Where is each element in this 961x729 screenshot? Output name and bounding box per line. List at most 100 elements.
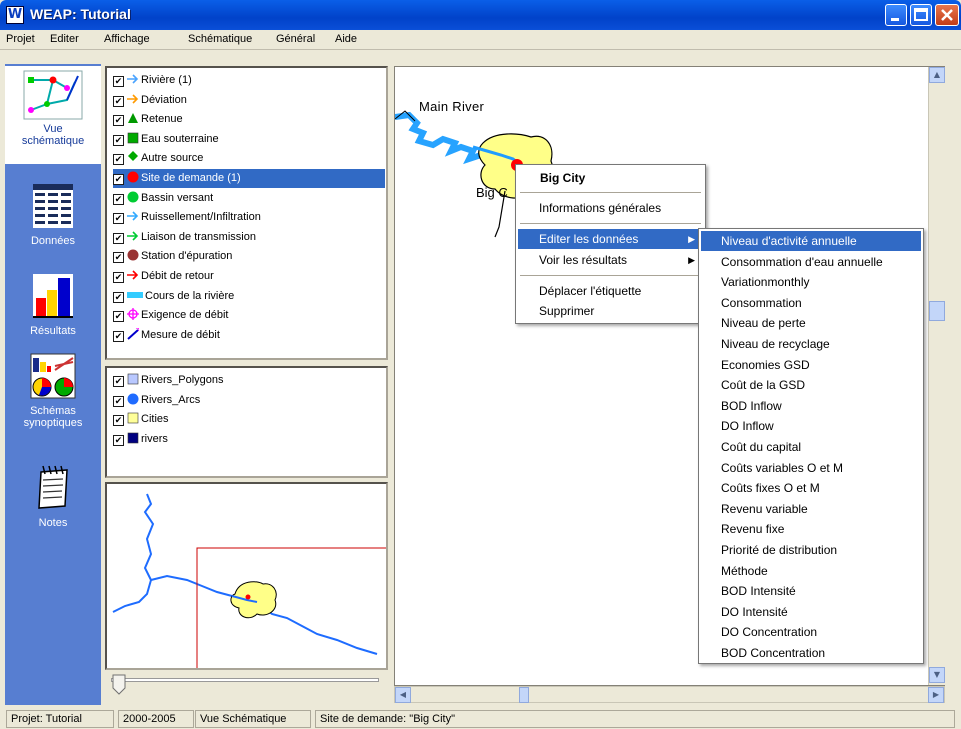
menu-view-results[interactable]: Voir les résultats ▶: [518, 250, 703, 270]
layer-label: Exigence de débit: [141, 309, 229, 322]
vertical-scroll-thumb[interactable]: [929, 301, 945, 321]
submenu-item[interactable]: Coûts variables O et M: [701, 458, 921, 478]
gis_layers-row[interactable]: ✔ Rivers_Arcs: [113, 391, 385, 410]
menu-aide[interactable]: Aide: [335, 33, 357, 45]
layer-checkbox[interactable]: ✔: [113, 76, 124, 87]
submenu-item[interactable]: Variationmonthly: [701, 272, 921, 292]
menu-general-info[interactable]: Informations générales: [518, 198, 703, 218]
minimize-button[interactable]: [885, 4, 907, 26]
nav-results[interactable]: Résultats: [5, 272, 101, 342]
submenu-item[interactable]: Revenu variable: [701, 499, 921, 519]
close-icon: [941, 9, 953, 21]
menu-edit-data[interactable]: Editer les données ▶: [518, 229, 703, 249]
horizontal-scroll-thumb[interactable]: [519, 687, 529, 703]
submenu-item[interactable]: DO Concentration: [701, 622, 921, 642]
submenu-item[interactable]: Coûts fixes O et M: [701, 478, 921, 498]
layer-checkbox[interactable]: ✔: [113, 193, 124, 205]
submenu-item[interactable]: Coût de la GSD: [701, 375, 921, 395]
submenu-item[interactable]: BOD Concentration: [701, 643, 921, 663]
close-button[interactable]: [935, 4, 959, 26]
rivers-swatch-icon: [127, 432, 139, 444]
menu-projet[interactable]: Projet: [6, 33, 35, 45]
arc-circle-icon: [127, 393, 139, 405]
nav-schematic-view[interactable]: Vue schématique: [5, 66, 101, 164]
nav-data[interactable]: Données: [5, 182, 101, 252]
layers-row[interactable]: ✔ Retenue: [113, 110, 385, 129]
layer-checkbox[interactable]: ✔: [113, 311, 124, 323]
nav-notes[interactable]: Notes: [5, 464, 101, 534]
gis-layers-panel[interactable]: ✔ Rivers_Polygons ✔ Rivers_Arcs ✔ Cities ✔ rive…: [105, 366, 388, 478]
menu-editer[interactable]: Editer: [50, 33, 79, 45]
menu-general[interactable]: Général: [276, 33, 315, 45]
layer-checkbox[interactable]: ✔: [113, 330, 124, 342]
reach-bar-icon: [127, 291, 143, 298]
layers-row[interactable]: ✔ Site de demande (1): [113, 169, 385, 188]
menu-affichage[interactable]: Affichage: [104, 33, 150, 45]
layers-row[interactable]: ✔ Débit de retour: [113, 267, 385, 286]
layers-row[interactable]: ✔ Déviation: [113, 91, 385, 110]
scroll-left-button[interactable]: ◀: [395, 687, 411, 703]
layer-checkbox[interactable]: ✔: [113, 272, 124, 283]
layers-row[interactable]: ✔ Station d'épuration: [113, 247, 385, 266]
river-arrow-icon: [127, 74, 139, 84]
horizontal-scrollbar[interactable]: ◀ ▶: [394, 686, 945, 703]
layers-row[interactable]: ✔ Eau souterraine: [113, 130, 385, 149]
slider-track: [111, 678, 379, 682]
submenu-item[interactable]: Méthode: [701, 561, 921, 581]
submenu-item[interactable]: Niveau de recyclage: [701, 334, 921, 354]
submenu-item[interactable]: DO Inflow: [701, 416, 921, 436]
menu-move-label[interactable]: Déplacer l'étiquette: [518, 281, 703, 301]
layers-row[interactable]: ✔ Bassin versant: [113, 189, 385, 208]
layers-row[interactable]: ✔ Rivière (1): [113, 71, 385, 90]
vertical-scrollbar[interactable]: ▲ ▼: [928, 67, 945, 685]
layer-checkbox[interactable]: ✔: [113, 395, 124, 407]
submenu-item[interactable]: BOD Intensité: [701, 581, 921, 601]
menu-delete[interactable]: Supprimer: [518, 301, 703, 321]
gis_layers-row[interactable]: ✔ Rivers_Polygons: [113, 371, 385, 390]
slider-thumb[interactable]: [111, 674, 127, 696]
submenu-item[interactable]: Economies GSD: [701, 355, 921, 375]
layer-checkbox[interactable]: ✔: [113, 213, 124, 225]
submenu-item[interactable]: DO Intensité: [701, 602, 921, 622]
layer-checkbox[interactable]: ✔: [113, 415, 124, 427]
overview-map[interactable]: [105, 482, 398, 689]
submenu-item[interactable]: Consommation d'eau annuelle: [701, 252, 921, 272]
layer-checkbox[interactable]: ✔: [113, 134, 124, 146]
title-bar[interactable]: W WEAP: Tutorial: [0, 0, 961, 30]
layers-row[interactable]: ✔ Mesure de débit: [113, 326, 385, 345]
scroll-down-button[interactable]: ▼: [929, 667, 945, 683]
layer-checkbox[interactable]: ✔: [113, 291, 124, 303]
submenu-item[interactable]: Niveau d'activité annuelle: [701, 231, 921, 251]
schematic-layers-panel[interactable]: ✔ Rivière (1) ✔ Déviation ✔ Retenue ✔ Eau soute…: [105, 66, 388, 360]
layers-row[interactable]: ✔ Cours de la rivière: [113, 287, 385, 306]
maximize-button[interactable]: [910, 4, 932, 26]
weap-app-icon: W: [6, 6, 24, 24]
context-menu-header[interactable]: Big City: [518, 168, 585, 188]
layers-row[interactable]: ✔ Liaison de transmission: [113, 228, 385, 247]
submenu-item[interactable]: Niveau de perte: [701, 313, 921, 333]
layers-row[interactable]: ✔ Autre source: [113, 149, 385, 168]
layer-checkbox[interactable]: ✔: [113, 434, 124, 446]
submenu-item[interactable]: Consommation: [701, 293, 921, 313]
submenu-item[interactable]: Priorité de distribution: [701, 540, 921, 560]
nav-overviews[interactable]: Schémas synoptiques: [5, 352, 101, 442]
status-view: Vue Schématique: [195, 710, 311, 728]
layer-checkbox[interactable]: ✔: [113, 95, 124, 107]
layer-checkbox[interactable]: ✔: [113, 174, 124, 185]
layer-checkbox[interactable]: ✔: [113, 154, 124, 166]
scroll-right-button[interactable]: ▶: [928, 687, 944, 703]
layers-row[interactable]: ✔ Exigence de débit: [113, 306, 385, 325]
scroll-up-button[interactable]: ▲: [929, 67, 945, 83]
gis_layers-row[interactable]: ✔ rivers: [113, 430, 385, 449]
submenu-item[interactable]: BOD Inflow: [701, 396, 921, 416]
menu-schematique[interactable]: Schématique: [188, 33, 252, 45]
layer-checkbox[interactable]: ✔: [113, 252, 124, 264]
zoom-slider[interactable]: [105, 674, 388, 698]
submenu-item[interactable]: Coût du capital: [701, 437, 921, 457]
submenu-item[interactable]: Revenu fixe: [701, 519, 921, 539]
layers-row[interactable]: ✔ Ruissellement/Infiltration: [113, 208, 385, 227]
layer-checkbox[interactable]: ✔: [113, 376, 124, 387]
layer-checkbox[interactable]: ✔: [113, 115, 124, 127]
gis_layers-row[interactable]: ✔ Cities: [113, 410, 385, 429]
layer-checkbox[interactable]: ✔: [113, 232, 124, 244]
